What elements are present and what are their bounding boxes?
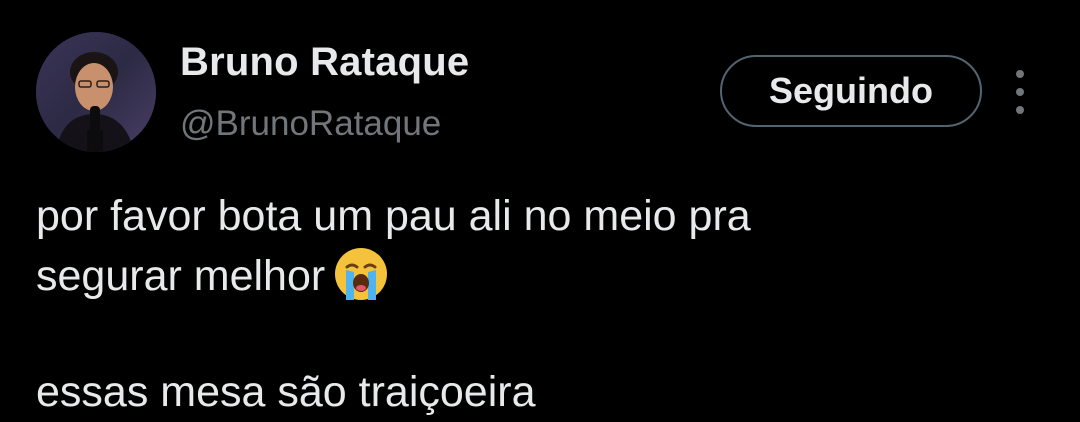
- more-dot: [1016, 88, 1024, 96]
- avatar-image: [36, 32, 156, 152]
- following-button[interactable]: Seguindo: [720, 55, 982, 127]
- tweet-text-line: segurar melhor: [36, 246, 1046, 306]
- author-display-name[interactable]: Bruno Rataque: [180, 40, 469, 85]
- more-options-icon[interactable]: [1004, 70, 1036, 114]
- tweet-text-segment: segurar melhor: [36, 252, 326, 300]
- tweet: Bruno Rataque @BrunoRataque Seguindo por…: [0, 0, 1080, 416]
- author-handle[interactable]: @BrunoRataque: [180, 104, 441, 144]
- tweet-text-line-partial: essas mesa são traiçoeira: [36, 368, 536, 416]
- more-dot: [1016, 106, 1024, 114]
- tweet-text-line: por favor bota um pau ali no meio pra: [36, 192, 751, 240]
- more-dot: [1016, 70, 1024, 78]
- loudly-crying-face-icon: [333, 246, 389, 302]
- avatar[interactable]: [36, 32, 156, 152]
- tweet-text: por favor bota um pau ali no meio pra se…: [36, 186, 1046, 306]
